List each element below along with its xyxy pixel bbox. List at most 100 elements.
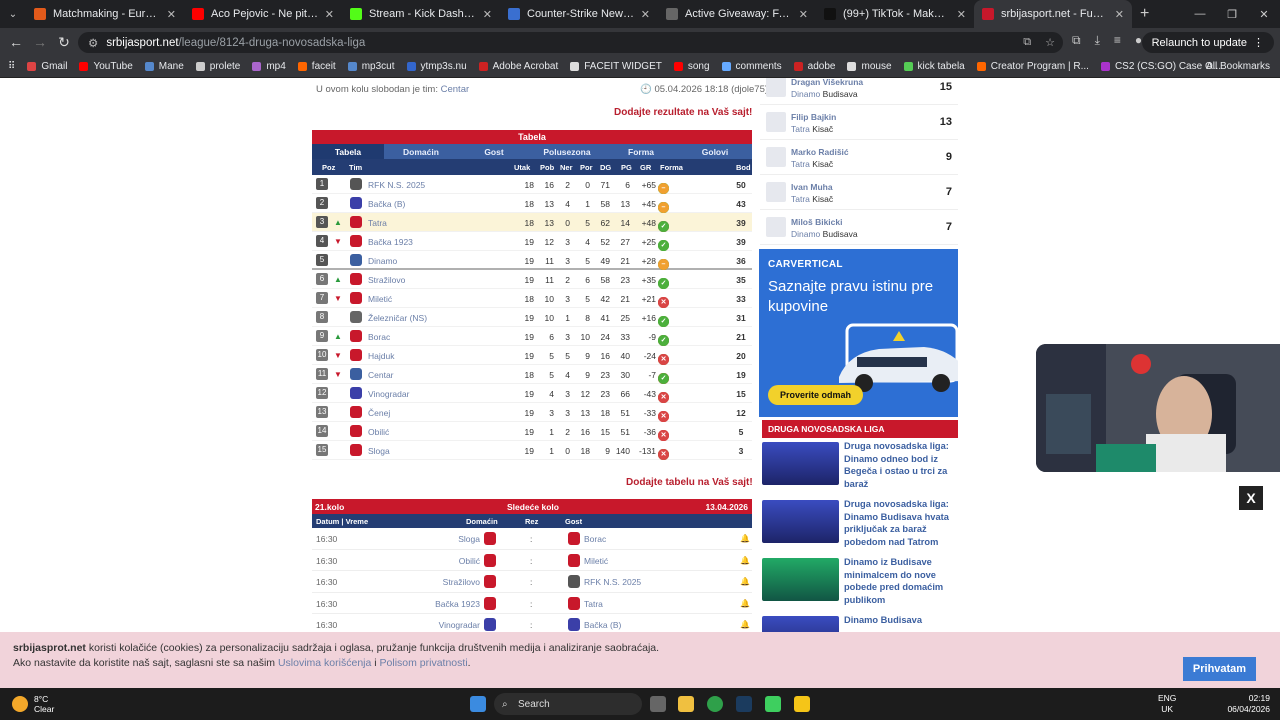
table-row[interactable]: 1RFK N.S. 2025181620716+65✓✓✓✓–50 [312,175,752,194]
bookmark-item[interactable]: YouTube [79,61,133,72]
news-item[interactable]: Druga novosadska liga: Dinamo Budisava h… [762,498,958,554]
table-row[interactable]: 10▼Hajduk195591640-24✓✕✓✕✕20 [312,346,752,365]
scorer-row[interactable]: Miloš Bikicki Dinamo Budisava 7 [760,210,958,245]
bookmark-item[interactable]: Mane [144,61,184,72]
club-name[interactable]: Dinamo [791,229,820,239]
tab-close-icon[interactable]: ✕ [167,8,176,21]
club-name[interactable]: Dinamo [791,89,820,99]
bookmark-item[interactable]: ytmp3s.nu [406,61,467,72]
team-name-link[interactable]: RFK N.S. 2025 [368,180,425,190]
app-icon[interactable] [794,696,810,712]
form-result-badge[interactable]: ✕ [658,430,669,441]
table-tab[interactable]: Forma [604,144,678,159]
bell-icon[interactable]: 🔔 [740,534,750,543]
away-team-link[interactable]: Miletić [584,556,608,566]
tab-close-icon[interactable]: ✕ [799,8,808,21]
browser-tab[interactable]: Counter-Strike News & Covera ✕ [500,0,658,28]
club-name[interactable]: Tatra [791,194,810,204]
form-result-badge[interactable]: ✕ [658,297,669,308]
forward-icon[interactable]: → [28,34,52,50]
column-header[interactable]: Por [580,163,593,172]
weather-widget[interactable]: 8°C Clear [12,694,54,714]
home-team-link[interactable]: Bačka 1923 [435,599,480,609]
form-result-badge[interactable]: ✕ [658,354,669,365]
form-result-badge[interactable]: ✓ [658,373,669,384]
bell-icon[interactable]: 🔔 [740,556,750,565]
more-icon[interactable]: ⋮ [1253,36,1264,49]
relaunch-button[interactable]: Relaunch to update ⋮ [1141,32,1274,53]
home-team-link[interactable]: Vinogradar [439,620,480,630]
bookmark-item[interactable]: Adobe Acrobat [478,61,558,72]
apps-icon[interactable]: ⠿ [8,61,15,72]
news-item[interactable]: Dinamo iz Budisave minimalcem do nove po… [762,556,958,612]
x-social-icon[interactable]: X [1239,486,1263,510]
team-name-link[interactable]: Železničar (NS) [368,313,427,323]
match-row[interactable]: 16:30 Obilić: Miletić 🔔 [312,550,752,571]
player-name-link[interactable]: Ivan Muha [791,182,833,192]
new-tab-button[interactable]: + [1140,5,1149,23]
accept-cookies-button[interactable]: Prihvatam [1183,657,1256,681]
address-bar[interactable]: ⚙ srbijasport.net/league/8124-druga-novo… [78,32,1063,53]
news-item[interactable]: Druga novosadska liga: Dinamo odneo bod … [762,440,958,496]
table-row[interactable]: 8Železničar (NS)1910184125+16✕–✓✓✓31 [312,308,752,327]
table-row[interactable]: 6▲Stražilovo1911265823+35–✓✓✓✓35 [312,270,752,289]
minimize-icon[interactable]: — [1184,0,1216,28]
scorer-row[interactable]: Filip Bajkin Tatra Kisač 13 [760,105,958,140]
team-name-link[interactable]: Vinogradar [368,389,409,399]
table-row[interactable]: 11▼Centar185492330-7✕✕–✕✓19 [312,365,752,384]
table-row[interactable]: 5Dinamo1911354921+28✓✓✕✓–36 [312,251,752,270]
bookmark-item[interactable]: Gmail [27,61,67,72]
column-header[interactable]: Poz [322,163,335,172]
back-icon[interactable]: ← [4,34,28,50]
form-result-badge[interactable]: – [658,183,669,194]
bookmark-item[interactable]: comments [721,61,782,72]
browser-tab[interactable]: (99+) TikTok - Make Your Day ✕ [816,0,974,28]
tab-close-icon[interactable]: ✕ [325,8,334,21]
team-name-link[interactable]: Miletić [368,294,392,304]
column-header[interactable]: GR [640,163,651,172]
task-view-icon[interactable] [650,696,666,712]
column-header[interactable]: Utak [514,163,530,172]
column-header[interactable]: Pob [540,163,554,172]
table-row[interactable]: 7▼Miletić1810354221+21✓✕✕✕✕33 [312,289,752,308]
news-title-link[interactable]: Druga novosadska liga: Dinamo Budisava h… [844,498,956,548]
home-team-link[interactable]: Stražilovo [443,577,480,587]
install-icon[interactable]: ⧉ [1023,36,1031,49]
form-result-badge[interactable]: ✓ [658,240,669,251]
form-result-badge[interactable]: ✓ [658,335,669,346]
form-result-badge[interactable]: ✕ [658,449,669,460]
bookmark-item[interactable]: faceit [297,61,336,72]
column-header[interactable]: Forma [660,163,683,172]
bookmark-star-icon[interactable]: ☆ [1045,36,1055,49]
player-name-link[interactable]: Dragan Višekruna [791,78,863,87]
away-team-link[interactable]: Bačka (B) [584,620,621,630]
scorer-row[interactable]: Dragan Višekruna Dinamo Budisava 15 [760,78,958,105]
tab-search-icon[interactable]: ⌄ [0,0,26,28]
form-result-badge[interactable]: ✓ [658,278,669,289]
home-team-link[interactable]: Obilić [459,556,480,566]
form-result-badge[interactable]: – [658,259,669,270]
table-row[interactable]: 4▼Bačka 19231912345227+25–✓✓✓✓39 [312,232,752,251]
table-row[interactable]: 14Obilić1912161551-36✕✕✕✕✕5 [312,422,752,441]
browser-tab[interactable]: Active Giveaway: FACEIT Premi ✕ [658,0,816,28]
team-name-link[interactable]: Dinamo [368,256,397,266]
bookmark-item[interactable]: mp3cut [347,61,395,72]
team-name-link[interactable]: Bačka 1923 [368,237,413,247]
browser-tab[interactable]: Stream - Kick Dashboard ✕ [342,0,500,28]
bookmark-item[interactable]: FACEIT WIDGET [570,61,662,72]
away-team-link[interactable]: Tatra [584,599,603,609]
team-name-link[interactable]: Bačka (B) [368,199,405,209]
team-name-link[interactable]: Obilić [368,427,389,437]
clock[interactable]: 02:19 06/04/2026 [1227,693,1270,715]
bookmark-item[interactable]: kick tabela [903,61,965,72]
site-info-icon[interactable]: ⚙ [88,36,98,50]
form-result-badge[interactable]: – [658,202,669,213]
table-tab[interactable]: Gost [458,144,530,159]
match-row[interactable]: 16:30 Bačka 1923: Tatra 🔔 [312,593,752,614]
tab-close-icon[interactable]: ✕ [483,8,492,21]
table-row[interactable]: 15Sloga1910189140-131✕✕✕✓✕3 [312,441,752,460]
privacy-link[interactable]: Polisom privatnosti [380,657,468,669]
table-row[interactable]: 2Bačka (B)1813415813+45✓✓✓✓–43 [312,194,752,213]
bookmark-item[interactable]: mp4 [252,61,286,72]
match-row[interactable]: 16:30 Sloga: Borac 🔔 [312,528,752,550]
